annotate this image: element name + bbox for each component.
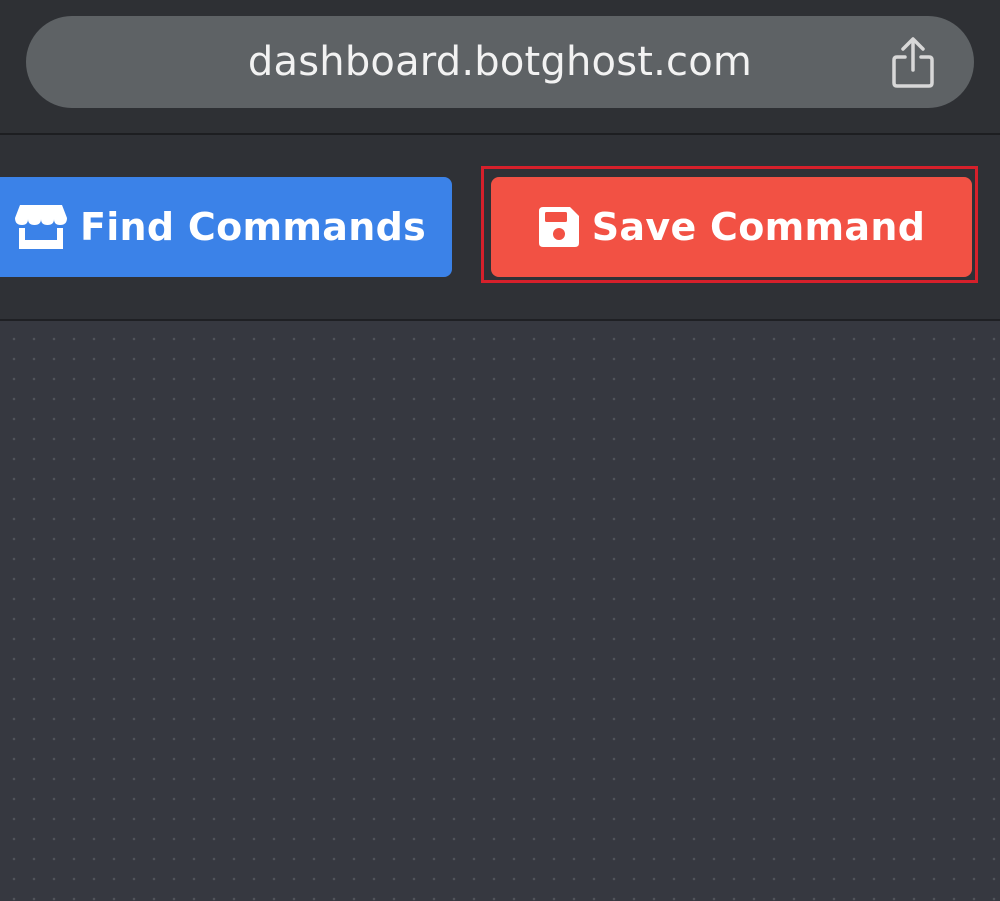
find-commands-button[interactable]: Find Commands xyxy=(0,177,452,277)
find-commands-label: Find Commands xyxy=(79,205,427,249)
url-field[interactable]: dashboard.botghost.com xyxy=(26,16,974,108)
store-icon xyxy=(14,203,68,251)
share-icon[interactable] xyxy=(890,36,936,90)
save-command-button[interactable]: Save Command xyxy=(491,177,972,277)
command-toolbar: Find Commands Save Command xyxy=(0,135,1000,321)
builder-canvas[interactable] xyxy=(0,321,1000,901)
save-command-label: Save Command xyxy=(591,205,926,249)
page: dashboard.botghost.com Find Commands Sav… xyxy=(0,0,1000,901)
url-text[interactable]: dashboard.botghost.com xyxy=(26,16,974,108)
floppy-disk-icon xyxy=(538,206,580,248)
browser-address-bar: dashboard.botghost.com xyxy=(0,0,1000,135)
